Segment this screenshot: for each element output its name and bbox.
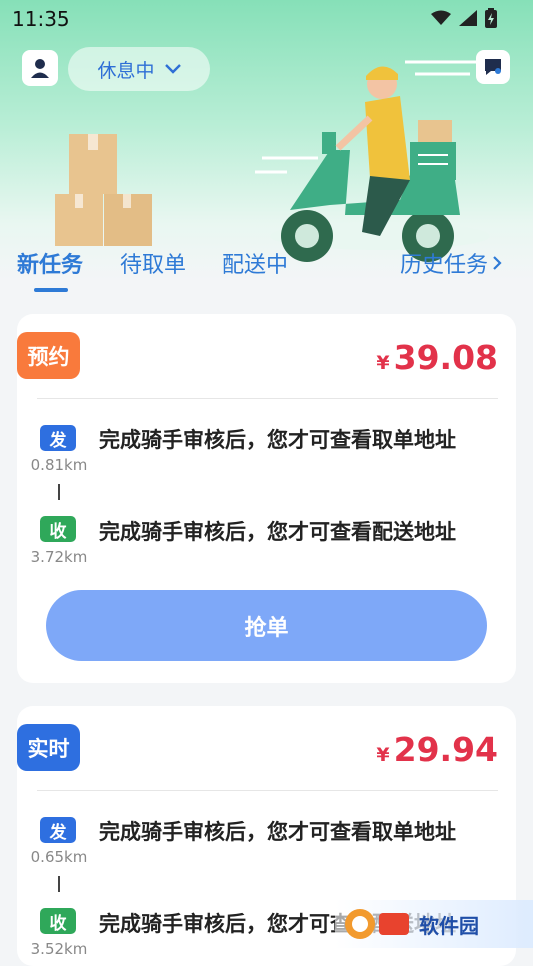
user-icon — [31, 59, 49, 78]
signal-icon — [459, 10, 477, 26]
price-value: 39.08 — [393, 338, 498, 377]
pickup-distance: 0.81km — [30, 456, 88, 474]
delivery-distance: 3.72km — [30, 548, 88, 566]
delivery-address: 完成骑手审核后，您才可查看配送地址 — [99, 520, 456, 544]
tab-waiting-pickup[interactable]: 待取单 — [120, 247, 186, 279]
battery-icon — [485, 8, 497, 28]
order-price: ¥ 29.94 — [376, 730, 498, 769]
task-tabs: 新任务 待取单 配送中 历史任务 — [0, 232, 533, 292]
delivery-tag: 收 — [40, 908, 76, 934]
status-icons — [431, 8, 497, 28]
order-price: ¥ 39.08 — [376, 338, 498, 377]
price-value: 29.94 — [393, 730, 498, 769]
order-card: 预约 ¥ 39.08 发 0.81km 完成骑手审核后，您才可查看取单地址 收 … — [17, 314, 516, 683]
chevron-right-icon — [493, 256, 502, 270]
delivery-tag: 收 — [40, 516, 76, 542]
watermark-text: 软件园 — [419, 913, 479, 938]
divider — [37, 790, 498, 791]
pickup-distance: 0.65km — [30, 848, 88, 866]
order-type-badge: 预约 — [17, 332, 80, 379]
tab-new-tasks[interactable]: 新任务 — [17, 247, 83, 279]
profile-button[interactable] — [22, 50, 58, 86]
active-tab-indicator — [34, 288, 68, 292]
currency-symbol: ¥ — [376, 744, 390, 766]
message-icon — [485, 59, 501, 75]
pickup-address: 完成骑手审核后，您才可查看取单地址 — [99, 428, 456, 452]
divider — [37, 398, 498, 399]
tab-history[interactable]: 历史任务 — [400, 247, 502, 279]
message-button[interactable] — [476, 50, 510, 84]
currency-symbol: ¥ — [376, 352, 390, 374]
pickup-tag: 发 — [40, 425, 76, 451]
wifi-icon — [431, 10, 451, 25]
status-bar: 11:35 — [0, 0, 533, 36]
tab-delivering[interactable]: 配送中 — [222, 247, 288, 279]
work-status-dropdown[interactable]: 休息中 — [68, 47, 210, 91]
work-status-label: 休息中 — [97, 59, 155, 82]
tab-history-label: 历史任务 — [400, 253, 489, 278]
status-time: 11:35 — [12, 7, 70, 31]
route-line — [58, 876, 60, 892]
watermark-logo — [345, 909, 409, 939]
delivery-distance: 3.52km — [30, 940, 88, 958]
pickup-tag: 发 — [40, 817, 76, 843]
pickup-address: 完成骑手审核后，您才可查看取单地址 — [99, 820, 456, 844]
chevron-down-icon — [164, 64, 181, 74]
watermark: 软件园 — [335, 900, 533, 948]
grab-order-button[interactable]: 抢单 — [46, 590, 487, 661]
order-type-badge: 实时 — [17, 724, 80, 771]
route-line — [58, 484, 60, 500]
